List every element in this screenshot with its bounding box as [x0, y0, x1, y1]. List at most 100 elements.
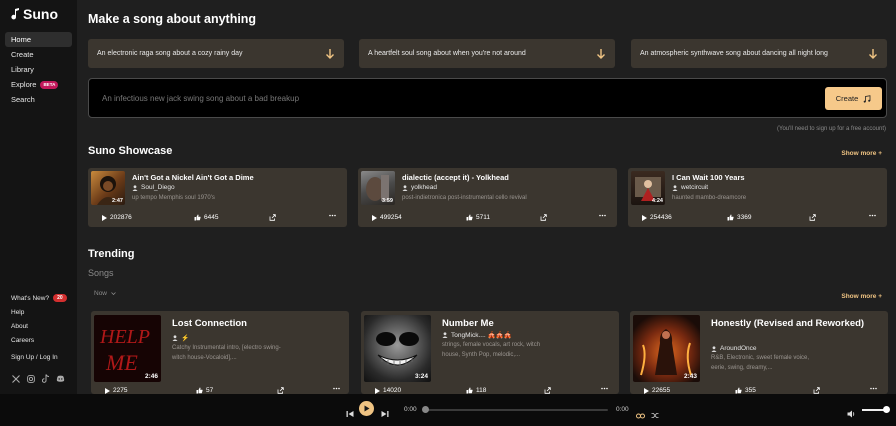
song-cover[interactable]: 2:43 — [633, 315, 700, 382]
like-count[interactable]: 3369 — [727, 214, 751, 221]
song-tags: Catchy Instrumental intro, [electro swin… — [172, 345, 281, 361]
play-icon — [372, 214, 377, 221]
play-icon — [644, 387, 649, 394]
song-artist[interactable]: TongMick.... 🎪🎪🎪 — [442, 331, 512, 339]
prompt-placeholder: An infectious new jack swing song about … — [102, 94, 300, 103]
play-icon — [364, 405, 370, 412]
song-artist[interactable]: wetcircuit — [672, 184, 708, 191]
play-count-value: 202876 — [110, 214, 132, 221]
progress-handle[interactable] — [422, 406, 429, 413]
discord-icon[interactable] — [56, 374, 65, 383]
progress-track[interactable] — [424, 409, 608, 411]
song-stats: 202876 6445 — [88, 214, 347, 224]
showcase-card[interactable]: 2:47 Ain't Got a Nickel Ain't Got a Dime… — [88, 168, 347, 227]
play-icon — [375, 387, 380, 394]
skip-next-icon[interactable] — [381, 405, 389, 423]
song-cover[interactable]: HELP ME 2:46 — [94, 315, 161, 382]
play-count[interactable]: 14020 — [375, 387, 401, 394]
trending-song-card[interactable]: 2:43 Honestly (Revised and Reworked) Aro… — [630, 311, 888, 394]
like-count[interactable]: 6445 — [194, 214, 218, 221]
play-count[interactable]: 2275 — [105, 387, 127, 394]
suggestion-card[interactable]: A heartfelt soul song about when you're … — [359, 39, 615, 68]
brand-name: Suno — [23, 6, 58, 22]
thumbs-up-icon — [727, 214, 734, 221]
more-options-icon[interactable] — [869, 214, 876, 217]
song-title[interactable]: Lost Connection — [172, 317, 342, 331]
song-title[interactable]: I Can Wait 100 Years — [672, 173, 745, 182]
more-options-icon[interactable] — [870, 387, 877, 390]
showcase-card[interactable]: 3:59 dialectic (accept it) - Yolkhead yo… — [358, 168, 617, 227]
instagram-icon[interactable] — [26, 374, 35, 383]
sidebar-item-create[interactable]: Create — [5, 47, 72, 62]
share-icon[interactable] — [809, 214, 816, 221]
share-icon[interactable] — [269, 214, 276, 221]
showcase-title: Suno Showcase — [88, 145, 173, 157]
song-artist[interactable]: Soul_Diego — [132, 184, 175, 191]
create-button[interactable]: Create — [825, 87, 882, 110]
more-options-icon[interactable] — [599, 214, 606, 217]
trending-show-more-link[interactable]: Show more + — [841, 293, 882, 300]
trending-song-card[interactable]: HELP ME 2:46 Lost Connection ⚡ Catchy In… — [91, 311, 349, 394]
play-count[interactable]: 202876 — [102, 214, 132, 221]
share-icon[interactable] — [277, 387, 284, 394]
time-filter-dropdown[interactable]: Now — [94, 290, 116, 297]
like-count[interactable]: 5711 — [466, 214, 490, 221]
volume-handle[interactable] — [883, 406, 890, 413]
sidebar-item-library[interactable]: Library — [5, 62, 72, 77]
help-link[interactable]: Help — [11, 305, 73, 319]
more-options-icon[interactable] — [329, 214, 336, 217]
song-cover[interactable]: 3:59 — [361, 171, 395, 205]
play-count[interactable]: 254436 — [642, 214, 672, 221]
volume-icon[interactable] — [847, 405, 856, 423]
sidebar-footer: What's New? 20 Help About Careers Sign Up… — [11, 291, 73, 364]
more-options-icon[interactable] — [601, 387, 608, 390]
trending-song-card[interactable]: 3:24 Number Me TongMick.... 🎪🎪🎪 strings,… — [361, 311, 619, 394]
sidebar-item-home[interactable]: Home — [5, 32, 72, 47]
share-icon[interactable] — [540, 214, 547, 221]
song-tags: R&B, Electronic, sweet female voice, eer… — [711, 355, 810, 371]
song-artist[interactable]: yolkhead — [402, 184, 437, 191]
signup-note: (You'll need to sign up for a free accou… — [777, 126, 886, 132]
more-options-icon[interactable] — [333, 387, 340, 390]
tiktok-icon[interactable] — [41, 374, 50, 383]
loop-icon[interactable] — [636, 406, 645, 424]
about-link[interactable]: About — [11, 319, 73, 333]
skip-previous-icon[interactable] — [346, 405, 354, 423]
sidebar-item-explore[interactable]: Explore BETA — [5, 77, 72, 92]
sidebar-item-label: Search — [11, 95, 35, 104]
play-count[interactable]: 22655 — [644, 387, 670, 394]
play-count-value: 499254 — [380, 214, 402, 221]
song-prompt-input[interactable]: An infectious new jack swing song about … — [88, 78, 887, 118]
showcase-show-more-link[interactable]: Show more + — [841, 150, 882, 157]
suno-logo[interactable]: Suno — [11, 6, 58, 22]
suggestion-card[interactable]: An atmospheric synthwave song about danc… — [631, 39, 887, 68]
song-cover[interactable]: 4:24 — [631, 171, 665, 205]
song-title[interactable]: Number Me — [442, 317, 612, 331]
play-count[interactable]: 499254 — [372, 214, 402, 221]
showcase-card[interactable]: 4:24 I Can Wait 100 Years wetcircuit hau… — [628, 168, 887, 227]
song-title[interactable]: Honestly (Revised and Reworked) — [711, 317, 881, 331]
whats-new-link[interactable]: What's New? 20 — [11, 291, 73, 305]
song-cover[interactable]: 2:47 — [91, 171, 125, 205]
play-button[interactable] — [359, 401, 374, 416]
like-count[interactable]: 355 — [735, 387, 756, 394]
song-title[interactable]: dialectic (accept it) - Yolkhead — [402, 173, 509, 182]
suggestion-card[interactable]: An electronic raga song about a cozy rai… — [88, 39, 344, 68]
shuffle-icon[interactable] — [651, 406, 659, 424]
x-icon[interactable] — [11, 374, 20, 383]
like-count[interactable]: 57 — [196, 387, 213, 394]
song-artist[interactable]: ⚡ — [172, 334, 189, 342]
signup-login-link[interactable]: Sign Up / Log In — [11, 350, 73, 364]
play-icon — [102, 214, 107, 221]
song-cover[interactable]: 3:24 — [364, 315, 431, 382]
song-artist[interactable]: AroundOnce — [711, 345, 757, 352]
thumbs-up-icon — [466, 387, 473, 394]
careers-link[interactable]: Careers — [11, 333, 73, 347]
share-icon[interactable] — [544, 387, 551, 394]
time-filter-value: Now — [94, 290, 108, 297]
song-title[interactable]: Ain't Got a Nickel Ain't Got a Dime — [132, 173, 254, 182]
sidebar-item-search[interactable]: Search — [5, 92, 72, 107]
like-count[interactable]: 118 — [466, 387, 486, 394]
share-icon[interactable] — [813, 387, 820, 394]
song-tags: strings, female vocals, art rock, witch … — [442, 342, 541, 358]
